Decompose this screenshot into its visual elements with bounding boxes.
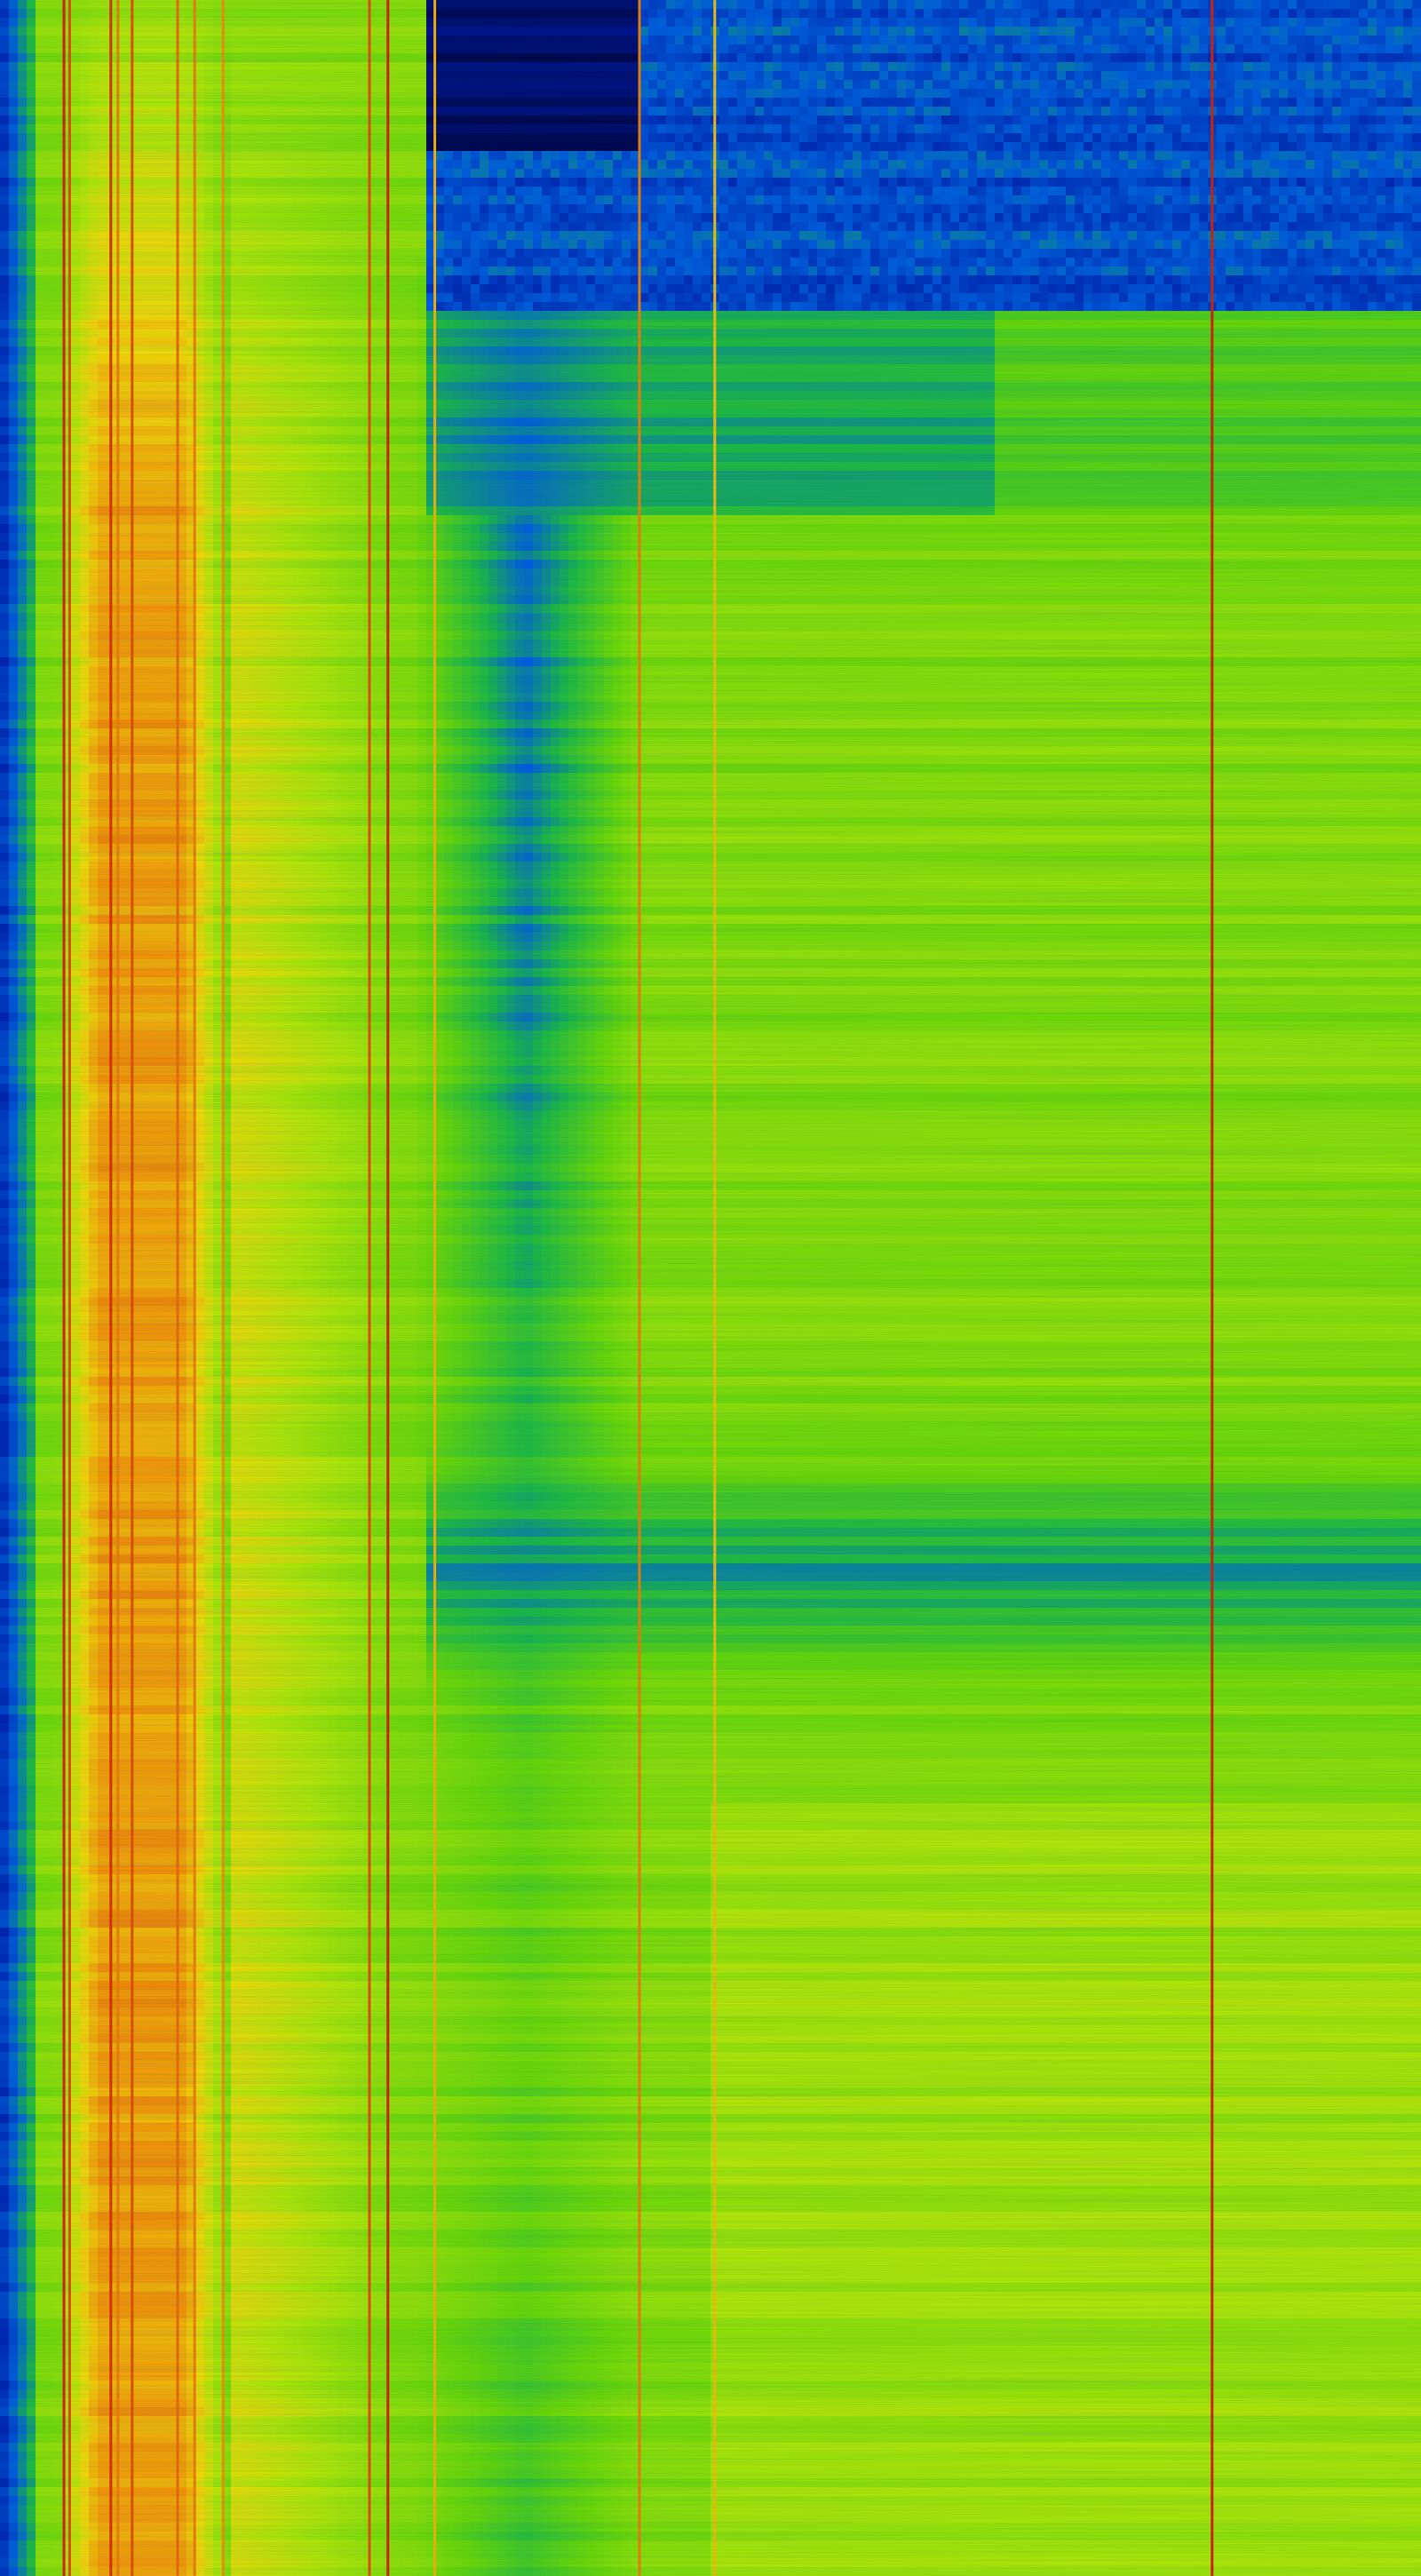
spectrogram-heatmap <box>0 0 1421 2576</box>
spectrogram-figure <box>0 0 1421 2576</box>
